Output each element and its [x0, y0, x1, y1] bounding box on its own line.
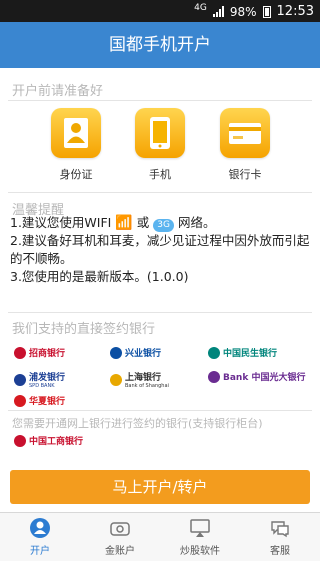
tab-open-account[interactable]: 开户 [0, 517, 80, 557]
bank-logo-cmb: 招商银行 [14, 346, 65, 359]
tip-line-3: 3.您使用的是最新版本。(1.0.0) [10, 269, 189, 284]
prepare-items: 身份证 手机 银行卡 [0, 108, 320, 188]
user-circle-icon [29, 517, 51, 539]
divider [8, 192, 312, 193]
wallet-icon [109, 517, 131, 539]
icbc-logo-icon [14, 434, 26, 447]
battery-icon [262, 5, 271, 18]
divider [8, 100, 312, 101]
bank-logo-spdb: 浦发银行 SPD BANK [14, 370, 65, 389]
prepare-item-label: 身份证 [59, 168, 93, 181]
prepare-item-label: 银行卡 [228, 168, 262, 181]
phone-icon [135, 108, 185, 158]
tip-line-2: 2.建议备好耳机和耳麦，减少见证过程中因外放而引起的不顺畅。 [10, 233, 310, 266]
bank-card-icon [220, 108, 270, 158]
signal-icon [212, 6, 224, 17]
bank-logo-cmbc: 中国民生银行 [208, 346, 277, 359]
bank-logo-bos: 上海银行 Bank of Shanghai [110, 370, 169, 389]
battery-percent: 98% [229, 4, 257, 19]
monitor-icon [189, 517, 211, 539]
page-title: 国都手机开户 [0, 22, 320, 68]
cmb-logo-icon [14, 346, 26, 359]
main-content: 开户前请准备好 身份证 手机 银行卡 温馨提醒 1.建议您使用WIFI 📶 或 … [0, 68, 320, 460]
tip-line-1: 1.建议您使用WIFI 📶 或 3G 网络。 [10, 215, 216, 232]
ceb-logo-icon [208, 370, 220, 383]
bos-logo-icon [110, 373, 122, 386]
cmbc-logo-icon [208, 346, 220, 359]
prepare-item-bank-card: 银行卡 [210, 108, 280, 182]
tab-customer-service[interactable]: 客服 [240, 517, 320, 557]
cib-logo-icon [110, 346, 122, 359]
divider [8, 410, 312, 411]
id-card-icon [51, 108, 101, 158]
bank-logo-hxb: 华夏银行 [14, 394, 65, 407]
prepare-item-id-card: 身份证 [41, 108, 111, 182]
tab-trading-software[interactable]: 炒股软件 [160, 517, 240, 557]
status-bar: 4G 98% 12:53 [0, 0, 320, 22]
prepare-item-phone: 手机 [125, 108, 195, 182]
direct-banks-title: 我们支持的直接签约银行 [12, 322, 156, 337]
tab-bar: 开户 金账户 炒股软件 客服 [0, 512, 320, 561]
network-type: 4G [194, 2, 207, 13]
wifi-icon: 📶 [115, 215, 133, 231]
clock: 12:53 [276, 4, 314, 19]
tab-gold-account[interactable]: 金账户 [80, 517, 160, 557]
online-banks-title: 您需要开通网上银行进行签约的银行(支持银行柜台) [12, 417, 263, 430]
bank-logo-cib: 兴业银行 [110, 346, 161, 359]
3g-icon: 3G [153, 219, 174, 232]
tips-list: 1.建议您使用WIFI 📶 或 3G 网络。 2.建议备好耳机和耳麦，减少见证过… [10, 214, 314, 286]
chat-icon [269, 517, 291, 539]
divider [8, 312, 312, 313]
prepare-item-label: 手机 [149, 168, 171, 181]
prepare-section-title: 开户前请准备好 [12, 84, 104, 99]
hxb-logo-icon [14, 394, 26, 407]
spdb-logo-icon [14, 373, 26, 386]
bank-logo-ceb: Bank 中国光大银行 [208, 370, 305, 383]
open-account-button[interactable]: 马上开户/转户 [10, 470, 310, 504]
bank-logo-icbc: 中国工商银行 [14, 434, 83, 447]
